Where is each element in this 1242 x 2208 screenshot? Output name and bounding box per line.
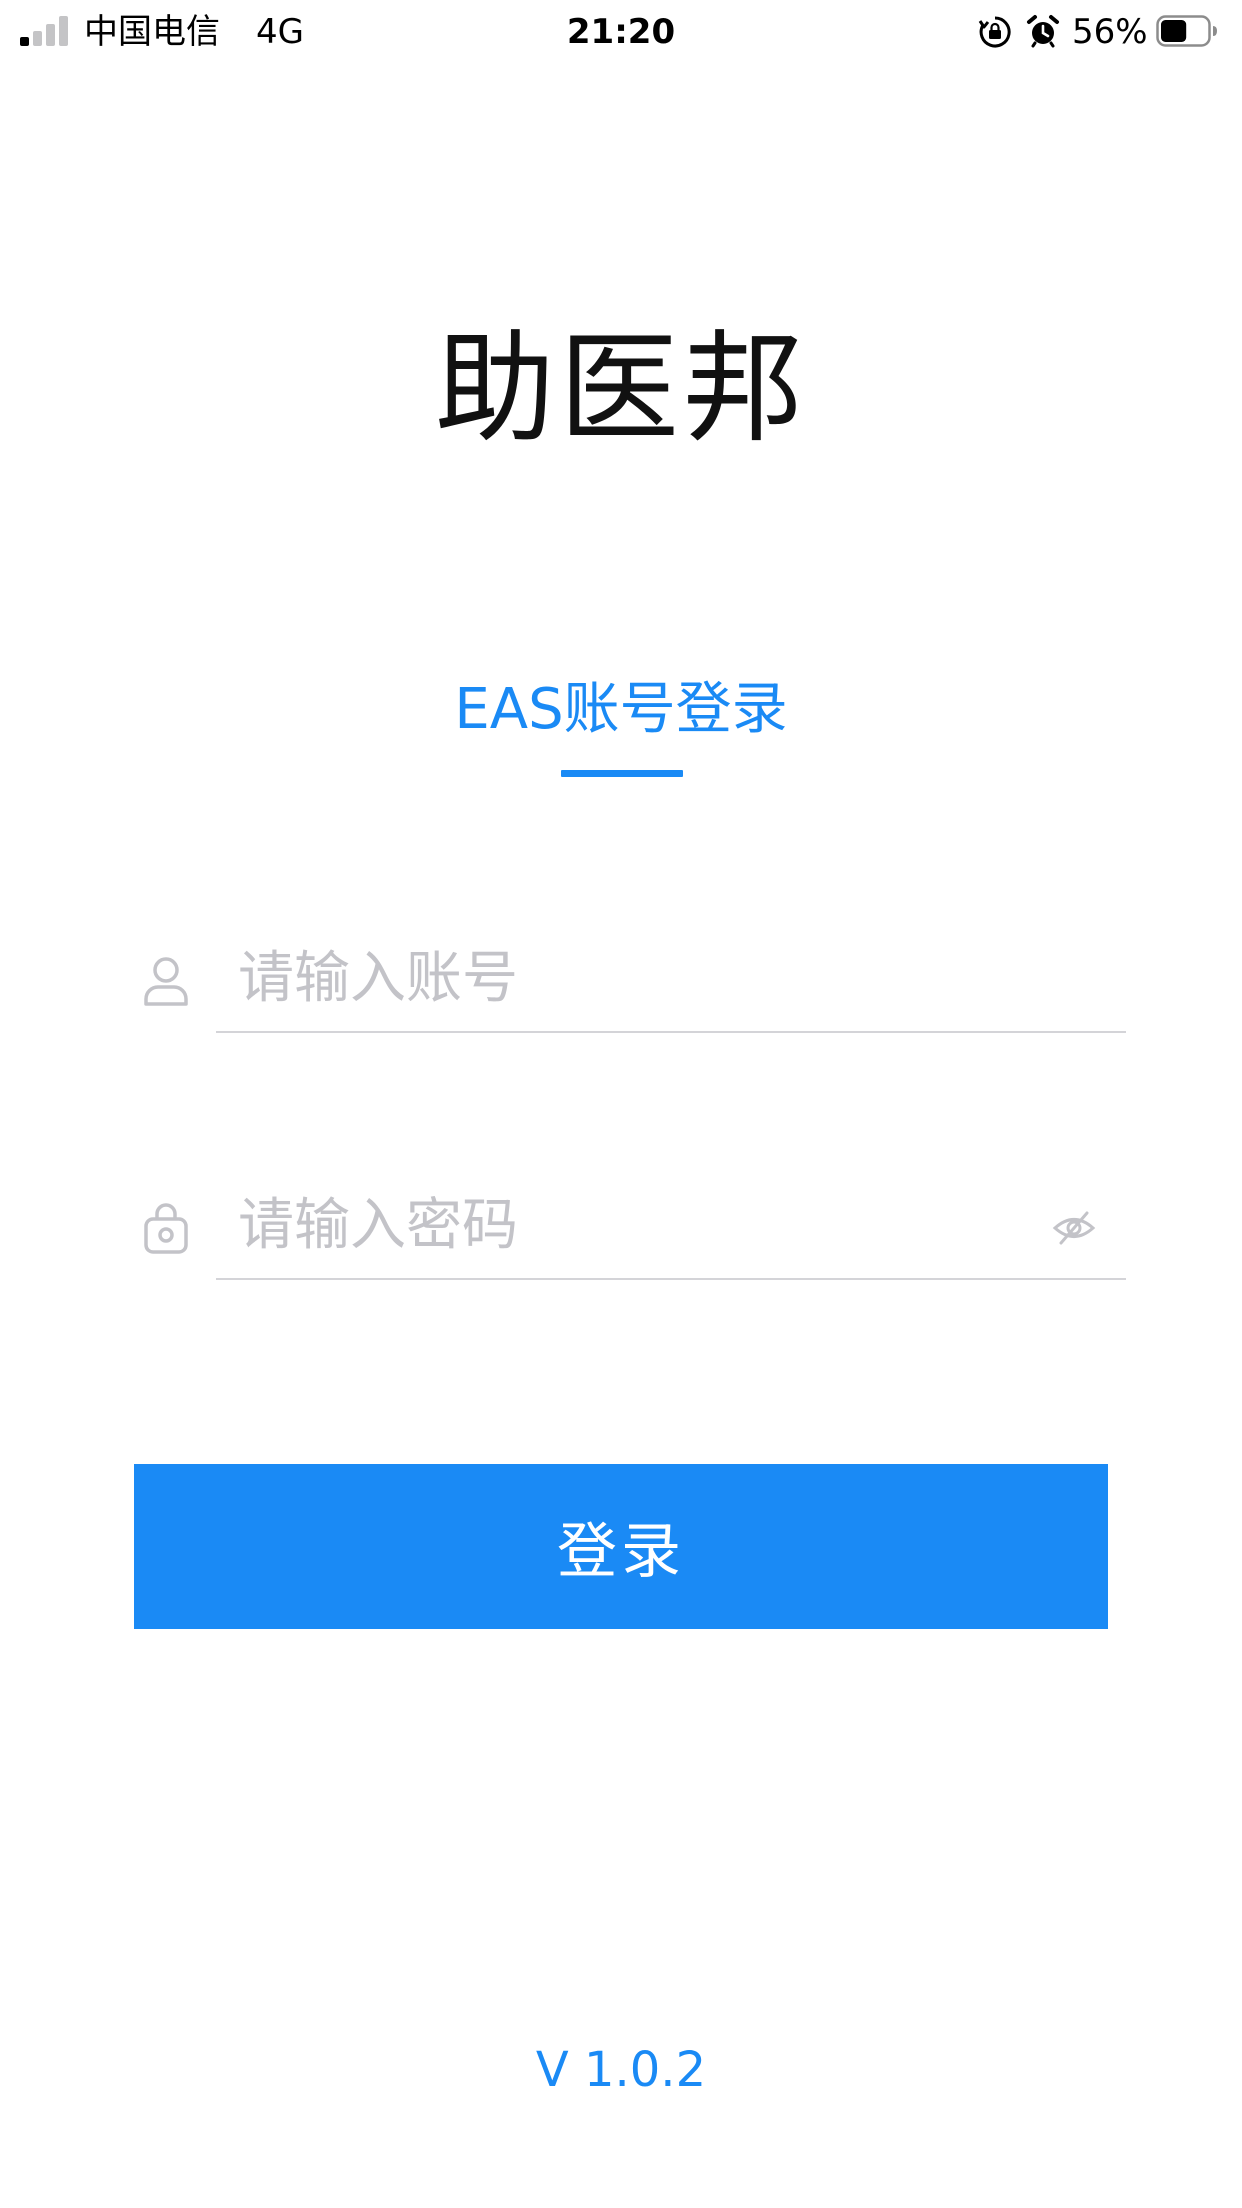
account-field [132, 925, 1132, 1035]
app-title: 助医邦 [435, 320, 807, 459]
tab-label: EAS账号登录 [454, 677, 788, 742]
password-field [132, 1172, 1132, 1282]
battery-percentage: 56% [1072, 12, 1148, 52]
status-bar: 中国电信 4G 21:20 56% [0, 0, 1242, 64]
login-button[interactable]: 登录 [134, 1464, 1108, 1629]
tab-eas-login[interactable]: EAS账号登录 [371, 670, 871, 780]
lock-icon [144, 1203, 188, 1254]
orientation-lock-icon [978, 16, 1011, 48]
app-version: V 1.0.2 [535, 2042, 707, 2098]
battery-icon [1156, 15, 1217, 47]
account-input[interactable] [216, 925, 1126, 1033]
user-icon [144, 957, 188, 1006]
password-input[interactable] [216, 1172, 1126, 1280]
eye-slash-icon[interactable] [1052, 1208, 1096, 1248]
tab-active-indicator [561, 770, 683, 777]
alarm-icon [1027, 15, 1059, 48]
